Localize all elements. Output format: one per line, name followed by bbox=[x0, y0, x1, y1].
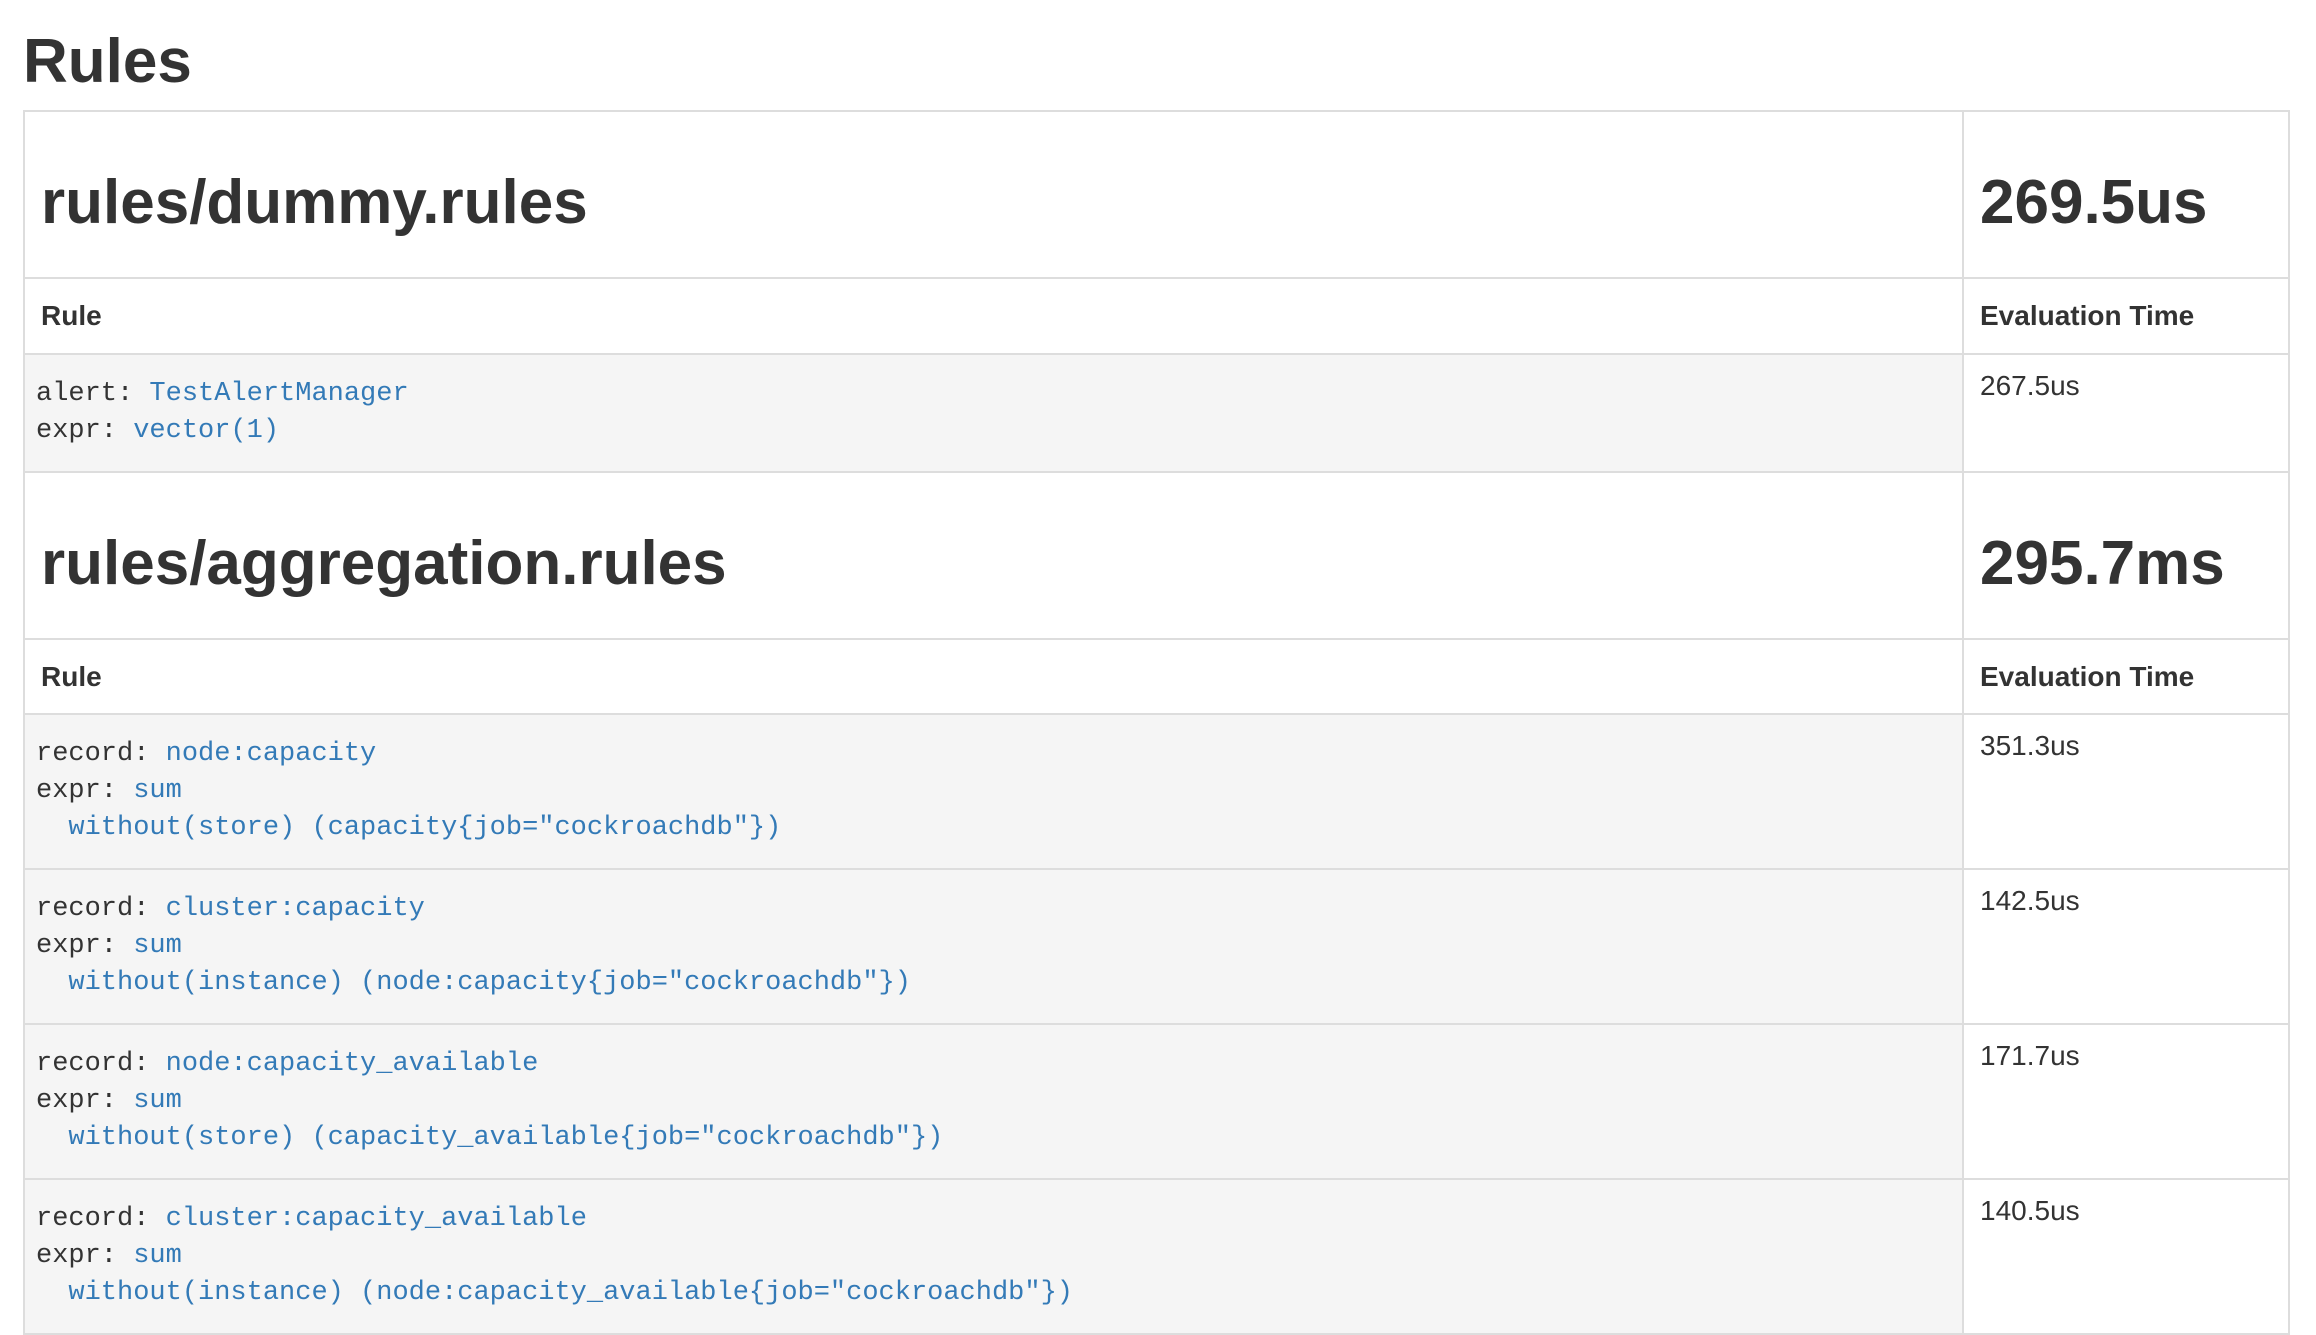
rule-row: record: cluster:capacityexpr: sum withou… bbox=[24, 869, 2289, 1024]
rule-evaluation-time: 171.7us bbox=[1963, 1024, 2289, 1179]
page-title: Rules bbox=[23, 28, 2290, 96]
code-keyword: expr: bbox=[36, 1086, 133, 1116]
rule-column-header: Rule bbox=[24, 639, 1963, 715]
rule-expression-link[interactable]: sum bbox=[133, 931, 182, 961]
code-line: expr: sum bbox=[36, 1238, 1951, 1275]
rule-expression-link[interactable]: node:capacity_available bbox=[166, 1049, 539, 1079]
rule-evaluation-time: 142.5us bbox=[1963, 869, 2289, 1024]
code-keyword: record: bbox=[36, 894, 166, 924]
rule-definition: record: cluster:capacity_availableexpr: … bbox=[36, 1201, 1951, 1312]
rule-expression-link[interactable]: without(store) (capacity{job="cockroachd… bbox=[36, 813, 781, 843]
rules-page: Rules rules/dummy.rules269.5usRuleEvalua… bbox=[0, 0, 2316, 1335]
rule-expression-link[interactable]: without(instance) (node:capacity_availab… bbox=[36, 1278, 1073, 1308]
rule-row: alert: TestAlertManagerexpr: vector(1)26… bbox=[24, 354, 2289, 472]
code-line: alert: TestAlertManager bbox=[36, 376, 1951, 413]
rule-definition-cell: alert: TestAlertManagerexpr: vector(1) bbox=[24, 354, 1963, 472]
rule-expression-link[interactable]: cluster:capacity bbox=[166, 894, 425, 924]
code-line: expr: sum bbox=[36, 1083, 1951, 1120]
rules-table: rules/dummy.rules269.5usRuleEvaluation T… bbox=[23, 110, 2290, 1335]
rule-definition-cell: record: node:capacityexpr: sum without(s… bbox=[24, 714, 1963, 869]
rule-evaluation-time: 140.5us bbox=[1963, 1179, 2289, 1334]
rule-expression-link[interactable]: without(store) (capacity_available{job="… bbox=[36, 1123, 943, 1153]
evaluation-time-column-header: Evaluation Time bbox=[1963, 639, 2289, 715]
code-line: without(store) (capacity_available{job="… bbox=[36, 1120, 1951, 1157]
rule-group-header-row: rules/dummy.rules 269.5us bbox=[24, 111, 2289, 278]
code-line: without(store) (capacity{job="cockroachd… bbox=[36, 810, 1951, 847]
rule-definition-cell: record: cluster:capacityexpr: sum withou… bbox=[24, 869, 1963, 1024]
rule-expression-link[interactable]: vector(1) bbox=[133, 416, 279, 446]
rule-column-header: Rule bbox=[24, 278, 1963, 354]
rule-definition: record: node:capacityexpr: sum without(s… bbox=[36, 736, 1951, 847]
rule-expression-link[interactable]: sum bbox=[133, 776, 182, 806]
rule-definition: record: node:capacity_availableexpr: sum… bbox=[36, 1046, 1951, 1157]
rule-expression-link[interactable]: cluster:capacity_available bbox=[166, 1204, 587, 1234]
code-line: record: cluster:capacity_available bbox=[36, 1201, 1951, 1238]
code-line: record: node:capacity_available bbox=[36, 1046, 1951, 1083]
code-keyword: expr: bbox=[36, 776, 133, 806]
rule-expression-link[interactable]: sum bbox=[133, 1241, 182, 1271]
group-evaluation-cell: 269.5us bbox=[1963, 111, 2289, 278]
code-keyword: alert: bbox=[36, 379, 149, 409]
rule-definition-cell: record: node:capacity_availableexpr: sum… bbox=[24, 1024, 1963, 1179]
code-line: without(instance) (node:capacity_availab… bbox=[36, 1275, 1951, 1312]
code-keyword: expr: bbox=[36, 931, 133, 961]
rule-row: record: node:capacityexpr: sum without(s… bbox=[24, 714, 2289, 869]
code-keyword: record: bbox=[36, 739, 166, 769]
rule-evaluation-time: 267.5us bbox=[1963, 354, 2289, 472]
rule-group-header-row: rules/aggregation.rules 295.7ms bbox=[24, 472, 2289, 639]
rule-evaluation-time: 351.3us bbox=[1963, 714, 2289, 869]
code-line: record: node:capacity bbox=[36, 736, 1951, 773]
rule-definition-cell: record: cluster:capacity_availableexpr: … bbox=[24, 1179, 1963, 1334]
rule-row: record: node:capacity_availableexpr: sum… bbox=[24, 1024, 2289, 1179]
code-line: without(instance) (node:capacity{job="co… bbox=[36, 965, 1951, 1002]
rule-expression-link[interactable]: TestAlertManager bbox=[149, 379, 408, 409]
code-keyword: record: bbox=[36, 1204, 166, 1234]
code-line: expr: sum bbox=[36, 928, 1951, 965]
group-evaluation-time: 269.5us bbox=[1980, 170, 2272, 237]
column-header-row: RuleEvaluation Time bbox=[24, 278, 2289, 354]
rules-table-body: rules/dummy.rules269.5usRuleEvaluation T… bbox=[24, 111, 2289, 1334]
code-line: expr: sum bbox=[36, 773, 1951, 810]
evaluation-time-column-header: Evaluation Time bbox=[1963, 278, 2289, 354]
rule-row: record: cluster:capacity_availableexpr: … bbox=[24, 1179, 2289, 1334]
code-line: expr: vector(1) bbox=[36, 413, 1951, 450]
rule-expression-link[interactable]: sum bbox=[133, 1086, 182, 1116]
rule-file-name: rules/dummy.rules bbox=[41, 170, 1946, 237]
rule-file-cell: rules/dummy.rules bbox=[24, 111, 1963, 278]
group-evaluation-cell: 295.7ms bbox=[1963, 472, 2289, 639]
group-evaluation-time: 295.7ms bbox=[1980, 531, 2272, 598]
rule-expression-link[interactable]: without(instance) (node:capacity{job="co… bbox=[36, 968, 911, 998]
rule-definition: alert: TestAlertManagerexpr: vector(1) bbox=[36, 376, 1951, 450]
code-keyword: record: bbox=[36, 1049, 166, 1079]
rule-file-cell: rules/aggregation.rules bbox=[24, 472, 1963, 639]
code-keyword: expr: bbox=[36, 416, 133, 446]
rule-definition: record: cluster:capacityexpr: sum withou… bbox=[36, 891, 1951, 1002]
rule-expression-link[interactable]: node:capacity bbox=[166, 739, 377, 769]
column-header-row: RuleEvaluation Time bbox=[24, 639, 2289, 715]
code-keyword: expr: bbox=[36, 1241, 133, 1271]
code-line: record: cluster:capacity bbox=[36, 891, 1951, 928]
rule-file-name: rules/aggregation.rules bbox=[41, 531, 1946, 598]
